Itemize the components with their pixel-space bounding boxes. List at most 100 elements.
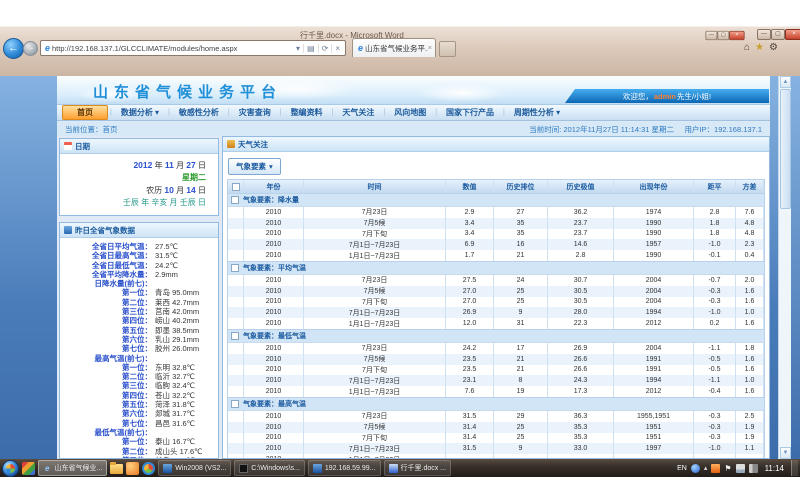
table-row[interactable]: 20107月5候31.42535.31951-0.31.9 bbox=[228, 422, 764, 433]
browser-app-icon[interactable] bbox=[142, 462, 155, 475]
tab-title[interactable]: 山东省气候业务平... bbox=[365, 43, 428, 54]
tab-close-icon[interactable]: × bbox=[428, 45, 432, 52]
table-row[interactable]: 20107月下旬27.02530.52004-0.31.6 bbox=[228, 297, 764, 308]
element-group-row[interactable]: 气象要素：降水量 bbox=[228, 193, 764, 207]
header-cell: 距平 bbox=[694, 180, 736, 193]
nav-item-1[interactable]: 首页 bbox=[62, 105, 108, 120]
taskbar-window-label: 行千里.docx ... bbox=[401, 463, 447, 473]
word-maximize-button[interactable]: ▢ bbox=[717, 31, 729, 40]
search-dropdown-icon[interactable]: ▾ bbox=[293, 44, 303, 53]
calendar-weekday: 星期二 bbox=[60, 172, 206, 184]
back-button[interactable]: ← bbox=[3, 38, 24, 59]
checkbox[interactable] bbox=[231, 400, 239, 408]
checkbox[interactable] bbox=[232, 183, 240, 191]
nav-item-8[interactable]: 国家下行产品 bbox=[439, 105, 501, 120]
network-icon[interactable] bbox=[736, 464, 745, 473]
ie-close-button[interactable]: × bbox=[785, 29, 800, 40]
element-group-row[interactable]: 气象要素：最高气温 bbox=[228, 397, 764, 411]
checkbox[interactable] bbox=[231, 264, 239, 272]
table-row[interactable]: 20107月下旬3.43523.719901.84.8 bbox=[228, 229, 764, 240]
forward-button[interactable]: → bbox=[23, 41, 38, 56]
taskbar-clock[interactable]: 11:14 bbox=[762, 464, 787, 473]
table-row[interactable]: 20101月1日~7月23日1.7212.81990-0.10.4 bbox=[228, 250, 764, 261]
table-row[interactable]: 20107月23日24.21726.92004-1.11.8 bbox=[228, 343, 764, 354]
table-cell: 2010 bbox=[244, 218, 304, 229]
nav-item-5[interactable]: 整编资料 bbox=[284, 105, 330, 120]
table-row[interactable]: 20107月下旬31.42535.31951-0.31.9 bbox=[228, 433, 764, 444]
element-group-row[interactable]: 气象要素：平均气温 bbox=[228, 261, 764, 275]
show-desktop-button[interactable] bbox=[791, 460, 798, 476]
table-row[interactable]: 20107月23日2.92736.219742.87.6 bbox=[228, 207, 764, 218]
taskbar-app-icon[interactable] bbox=[22, 462, 35, 475]
address-bar[interactable]: e http://192.168.137.1/GLCCLIMATE/module… bbox=[40, 40, 346, 56]
taskbar-window-4[interactable]: 行千里.docx ... bbox=[384, 460, 452, 476]
word-close-button[interactable]: × bbox=[729, 31, 744, 40]
ie-maximize-button[interactable]: ▢ bbox=[771, 29, 785, 40]
volume-icon[interactable] bbox=[749, 464, 758, 473]
taskbar-window-3[interactable]: 192.168.59.99... bbox=[308, 460, 381, 476]
taskbar-window-2[interactable]: C:\Windows\s... bbox=[234, 460, 305, 476]
media-app-icon[interactable] bbox=[126, 462, 139, 475]
checkbox[interactable] bbox=[231, 332, 239, 340]
table-row[interactable]: 20107月1日~7月23日26.9928.01994-1.01.0 bbox=[228, 307, 764, 318]
table-cell: 1月1日~7月23日 bbox=[304, 386, 446, 397]
table-row[interactable]: 20107月1日~7月23日31.5933.01997-1.01.1 bbox=[228, 443, 764, 454]
table-cell: 19 bbox=[494, 386, 548, 397]
taskbar-ie-window[interactable]: e 山东省气候业... bbox=[38, 460, 107, 476]
table-row[interactable]: 20107月5候3.43523.719901.84.8 bbox=[228, 218, 764, 229]
element-group-row[interactable]: 气象要素：最低气温 bbox=[228, 329, 764, 343]
table-cell: 2010 bbox=[244, 386, 304, 397]
tray-app-icon[interactable] bbox=[711, 464, 720, 473]
table-row[interactable]: 20107月1日~7月23日23.1824.31994-1.11.0 bbox=[228, 375, 764, 386]
window-frame-right bbox=[791, 76, 800, 459]
show-hidden-icons[interactable]: ▴ bbox=[704, 464, 708, 472]
page-scrollbar[interactable]: ▲ ▼ bbox=[778, 76, 791, 459]
refresh-icon[interactable]: ⟳ bbox=[318, 44, 332, 53]
table-row[interactable]: 20101月1日~7月23日12.03122.320120.21.6 bbox=[228, 318, 764, 329]
language-indicator[interactable]: EN bbox=[677, 465, 687, 472]
table-row[interactable]: 20107月23日27.52430.72004-0.72.0 bbox=[228, 275, 764, 286]
table-row[interactable]: 20107月5候27.02530.52004-0.31.6 bbox=[228, 286, 764, 297]
ie-minimize-button[interactable]: — bbox=[757, 29, 771, 40]
table-row[interactable]: 20107月1日~7月23日6.91614.61957-1.02.3 bbox=[228, 239, 764, 250]
taskbar-window-1[interactable]: Win2008 (VS2... bbox=[158, 460, 231, 476]
new-tab-button[interactable] bbox=[439, 41, 456, 57]
start-button[interactable] bbox=[2, 460, 19, 477]
nav-item-7[interactable]: 风向地图 bbox=[387, 105, 433, 120]
table-cell: -1.1 bbox=[694, 343, 736, 354]
rank-line: 第五位：即墨 38.5mm bbox=[60, 326, 216, 335]
scroll-down-icon[interactable]: ▼ bbox=[780, 447, 791, 459]
home-icon[interactable]: ⌂ bbox=[744, 42, 750, 53]
browser-tab[interactable]: e 山东省气候业务平... × bbox=[352, 38, 436, 57]
scrollbar-thumb[interactable] bbox=[780, 89, 791, 209]
scroll-up-icon[interactable]: ▲ bbox=[780, 76, 791, 88]
url-text[interactable]: http://192.168.137.1/GLCCLIMATE/modules/… bbox=[52, 44, 293, 53]
table-cell: 25 bbox=[494, 422, 548, 433]
table-cell: 2010 bbox=[244, 318, 304, 329]
table-row[interactable]: 20107月5候23.52126.61991-0.51.6 bbox=[228, 354, 764, 365]
word-window-controls[interactable]: — ▢ × bbox=[705, 31, 744, 40]
nav-item-9[interactable]: 周期性分析 ▾ bbox=[507, 105, 567, 120]
nav-separator: | bbox=[108, 109, 114, 116]
nav-item-6[interactable]: 天气关注 bbox=[335, 105, 381, 120]
table-cell: 26.6 bbox=[548, 354, 614, 365]
action-center-flag-icon[interactable]: ⚑ bbox=[724, 464, 731, 473]
explorer-folder-icon[interactable] bbox=[110, 464, 123, 474]
checkbox[interactable] bbox=[231, 196, 239, 204]
nav-item-4[interactable]: 灾害查询 bbox=[232, 105, 278, 120]
table-row[interactable]: 20101月1日~7月23日7.61917.32012-0.41.6 bbox=[228, 386, 764, 397]
yesterday-data-panel: 昨日全省气象数据 全省日平均气温：27.5℃全省日最高气温：31.5℃全省日最低… bbox=[59, 222, 219, 459]
stop-icon[interactable]: × bbox=[331, 44, 343, 53]
nav-item-2[interactable]: 数据分析 ▾ bbox=[114, 105, 166, 120]
favorites-star-icon[interactable]: ★ bbox=[755, 42, 764, 53]
ie-window-controls[interactable]: — ▢ × bbox=[757, 29, 800, 40]
tray-ime-icon[interactable] bbox=[691, 464, 700, 473]
tools-gear-icon[interactable]: ⚙ bbox=[769, 42, 778, 53]
compatibility-view-icon[interactable]: ▤ bbox=[303, 44, 318, 53]
table-row[interactable]: 20107月下旬23.52126.61991-0.51.6 bbox=[228, 365, 764, 376]
nav-item-3[interactable]: 敏感性分析 bbox=[172, 105, 226, 120]
element-filter-button[interactable]: 气象要素 ▾ bbox=[228, 158, 281, 175]
stat-value: 青岛 95.0mm bbox=[152, 288, 199, 297]
table-row[interactable]: 20107月23日31.52936.31955,1951-0.32.5 bbox=[228, 411, 764, 422]
word-minimize-button[interactable]: — bbox=[705, 31, 717, 40]
